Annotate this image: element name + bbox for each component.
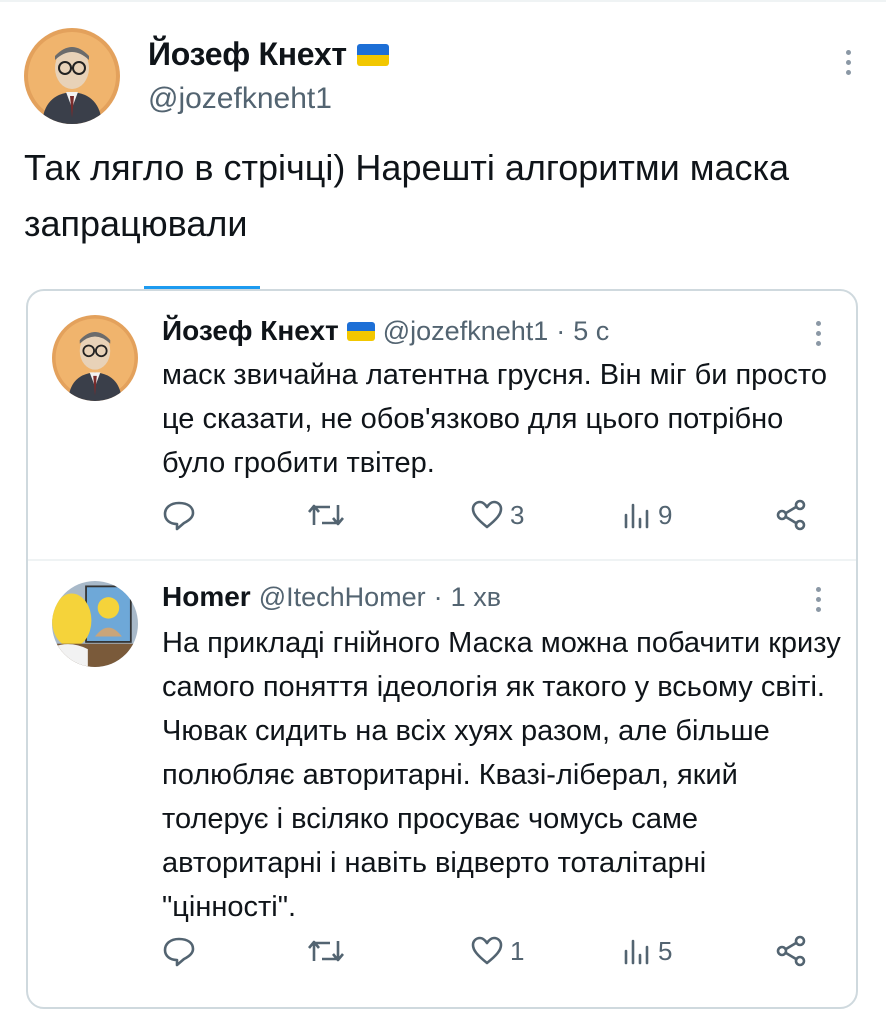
author-name[interactable]: Йозеф Кнехт	[148, 36, 347, 73]
retweet-button[interactable]	[306, 499, 352, 531]
ukraine-flag-icon	[356, 43, 389, 66]
heart-icon	[471, 936, 503, 965]
views-chart-icon	[624, 503, 649, 529]
ukraine-flag-icon	[346, 321, 375, 341]
like-button[interactable]: 3	[470, 499, 524, 531]
share-button[interactable]	[774, 499, 808, 531]
reply-icon	[163, 937, 195, 967]
views-chart-icon	[624, 939, 649, 965]
avatar-portrait-icon	[24, 28, 120, 124]
avatar[interactable]	[52, 581, 138, 667]
retweet-icon	[308, 504, 344, 526]
share-icon	[776, 499, 806, 531]
tweet-text: Так лягло в стрічці) Нарешті алгоритми м…	[24, 147, 790, 244]
views-button[interactable]: 5	[622, 935, 672, 967]
top-divider	[0, 0, 886, 2]
quoted-thread-card[interactable]: Йозеф Кнехт @jozefkneht1 · 5 с маск звич…	[26, 289, 858, 1009]
views-count: 5	[658, 935, 673, 966]
like-count: 3	[510, 499, 525, 530]
retweet-icon	[308, 940, 344, 962]
timestamp[interactable]: 5 с	[573, 316, 609, 347]
quoted-text: маск звичайна латентна грусня. Він міг б…	[162, 359, 828, 479]
quoted-header: Йозеф Кнехт @jozefkneht1 · 5 с	[162, 315, 609, 347]
separator-dot: ·	[433, 581, 443, 612]
author-handle[interactable]: @jozefkneht1	[383, 316, 549, 347]
share-icon	[776, 935, 806, 967]
share-button[interactable]	[774, 935, 808, 967]
action-bar: 1 5	[162, 935, 812, 975]
separator-dot: ·	[556, 315, 566, 346]
author-name[interactable]: Йозеф Кнехт	[162, 315, 339, 347]
action-bar: 3 9	[162, 499, 812, 539]
views-count: 9	[658, 499, 673, 530]
reply-icon	[163, 501, 195, 531]
avatar-portrait-icon	[52, 315, 138, 401]
quoted-header: Homer @ItechHomer · 1 хв	[162, 581, 501, 613]
heart-icon	[471, 500, 503, 529]
author-row: Йозеф Кнехт	[148, 36, 389, 73]
avatar-cartoon-icon	[52, 581, 138, 667]
author-name[interactable]: Homer	[162, 581, 251, 613]
like-count: 1	[510, 935, 525, 966]
avatar[interactable]	[52, 315, 138, 401]
reply-button[interactable]	[162, 499, 202, 531]
author-handle[interactable]: @ItechHomer	[259, 582, 426, 613]
more-vertical-icon[interactable]	[844, 50, 852, 80]
retweet-button[interactable]	[306, 935, 352, 967]
more-vertical-icon[interactable]	[814, 321, 822, 351]
like-button[interactable]: 1	[470, 935, 524, 967]
timestamp[interactable]: 1 хв	[451, 582, 501, 613]
tweet-header: Йозеф Кнехт @jozefkneht1	[24, 22, 864, 132]
views-button[interactable]: 9	[622, 499, 672, 531]
reply-button[interactable]	[162, 935, 202, 967]
author-handle[interactable]: @jozefkneht1	[148, 82, 332, 116]
more-vertical-icon[interactable]	[814, 587, 822, 617]
thread-divider	[28, 559, 856, 561]
quoted-text: На прикладі гнійного Маска можна побачит…	[162, 627, 841, 923]
avatar[interactable]	[24, 28, 120, 124]
